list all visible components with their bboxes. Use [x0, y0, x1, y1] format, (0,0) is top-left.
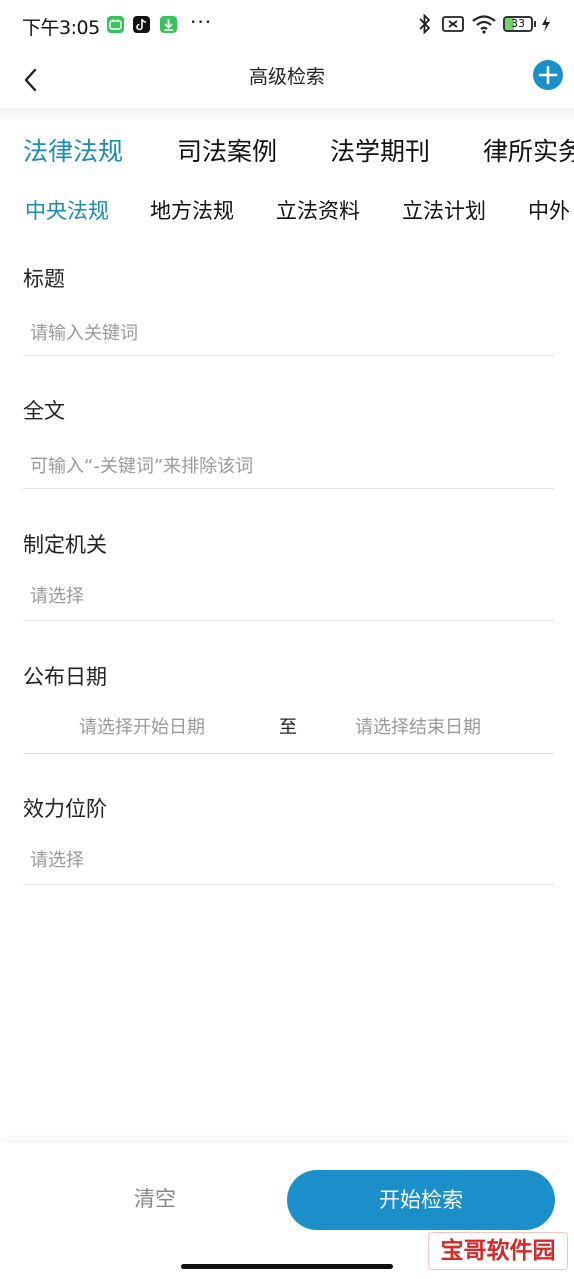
bilibili-icon — [107, 16, 124, 33]
category-tabs: 法律法规 司法案例 法学期刊 律所实务 — [0, 132, 574, 176]
wifi-icon — [471, 13, 497, 39]
clear-button[interactable]: 清空 — [80, 1170, 230, 1228]
end-date-picker[interactable]: 请选择结束日期 — [355, 706, 481, 750]
watermark-logo: 宝哥软件园 — [428, 1232, 568, 1270]
tab-law-journals[interactable]: 法学期刊 — [330, 132, 430, 172]
title-keyword-input[interactable] — [23, 312, 554, 356]
tab-law-firm-practice[interactable]: 律所实务 — [483, 132, 574, 172]
sim-card-off-icon — [441, 13, 465, 39]
authority-field-label: 制定机关 — [23, 533, 107, 557]
date-range-separator: 至 — [279, 717, 297, 738]
tab-laws[interactable]: 法律法规 — [23, 132, 123, 172]
level-field-label: 效力位阶 — [23, 797, 107, 821]
page-title: 高级检索 — [248, 66, 325, 88]
charging-icon — [540, 13, 552, 39]
start-date-picker[interactable]: 请选择开始日期 — [79, 706, 205, 750]
authority-select[interactable]: 请选择 — [23, 577, 554, 621]
fulltext-keyword-input[interactable] — [23, 445, 554, 489]
more-notifications-icon: ··· — [190, 10, 213, 34]
fulltext-field-label: 全文 — [23, 399, 65, 423]
nav-header: 高级检索 — [0, 52, 574, 108]
subtab-legislative-materials[interactable]: 立法资料 — [276, 194, 360, 228]
plus-circle-icon — [538, 65, 558, 85]
add-button[interactable] — [533, 60, 563, 90]
level-select[interactable]: 请选择 — [23, 841, 554, 885]
battery-cap — [534, 21, 536, 27]
battery-level: 33 — [511, 17, 525, 30]
bluetooth-icon — [417, 13, 433, 39]
header-divider — [0, 108, 574, 122]
subtab-foreign[interactable]: 中外 — [528, 194, 570, 228]
subtab-central-regulations[interactable]: 中央法规 — [25, 194, 109, 228]
start-search-button[interactable]: 开始检索 — [287, 1170, 555, 1230]
tab-judicial-cases[interactable]: 司法案例 — [177, 132, 277, 172]
sub-category-tabs: 中央法规 地方法规 立法资料 立法计划 中外 — [0, 194, 574, 230]
home-indicator[interactable] — [181, 1264, 393, 1269]
status-time: 下午3:05 — [22, 17, 100, 39]
publish-date-range: 请选择开始日期 至 请选择结束日期 — [23, 706, 554, 754]
title-field-label: 标题 — [23, 267, 65, 291]
tiktok-icon — [133, 16, 150, 33]
subtab-legislative-plans[interactable]: 立法计划 — [402, 194, 486, 228]
publish-date-field-label: 公布日期 — [23, 665, 107, 689]
download-icon — [160, 16, 177, 33]
battery-icon: 33 — [503, 16, 533, 32]
status-bar: 下午3:05 ··· 33 — [0, 0, 574, 52]
subtab-local-regulations[interactable]: 地方法规 — [150, 194, 234, 228]
